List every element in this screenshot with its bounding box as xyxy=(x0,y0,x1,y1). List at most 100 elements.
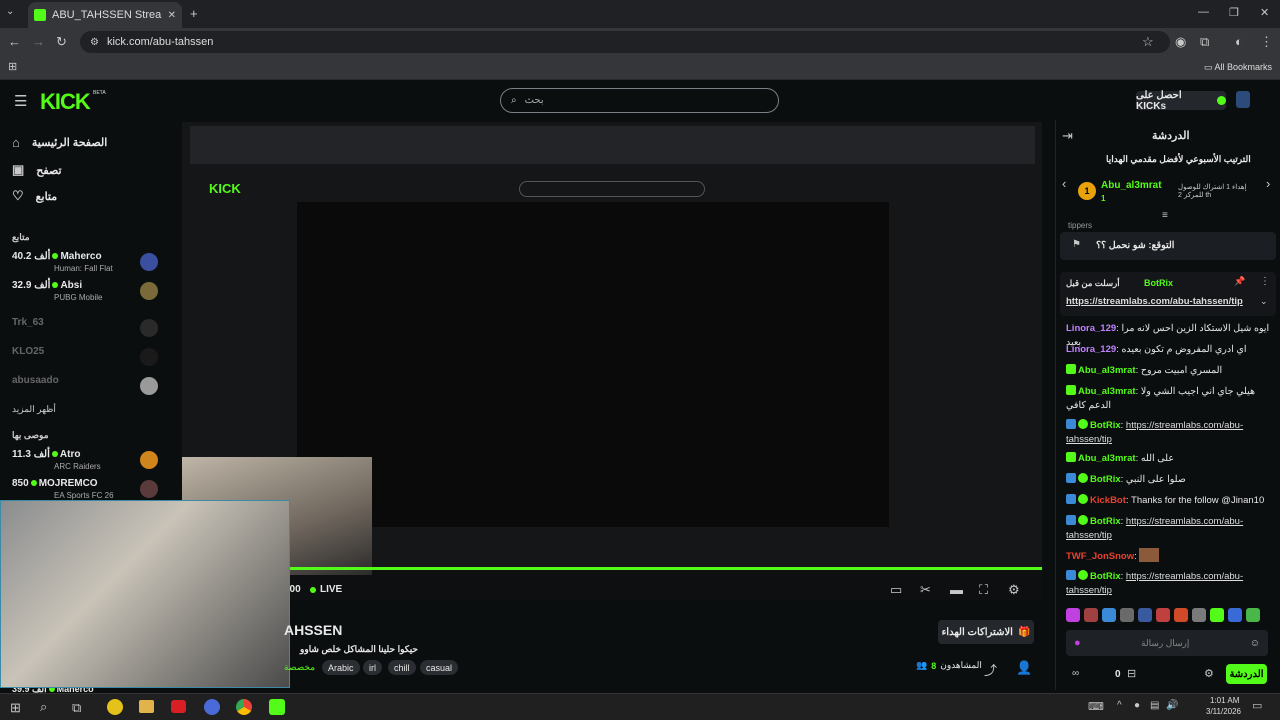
microphone-tray-icon[interactable]: ● xyxy=(1134,700,1140,711)
back-icon[interactable]: ← xyxy=(8,34,21,49)
microphone-icon[interactable]: ● xyxy=(1074,637,1081,649)
extensions-puzzle-icon[interactable]: ⧉ xyxy=(1200,34,1209,50)
gift-box-icon[interactable]: ⊟ xyxy=(1127,667,1136,680)
settings-gear-icon[interactable]: ⚙ xyxy=(1008,582,1020,598)
share-icon[interactable]: ⤴ xyxy=(984,660,997,679)
expand-icon[interactable]: ⌄ xyxy=(1260,296,1268,307)
kick-favicon-icon xyxy=(34,9,46,21)
chat-message: Abu_al3mrat: المسري امبيت مروح xyxy=(1066,364,1270,378)
search-icon[interactable]: ⌕ xyxy=(40,699,47,715)
kick-logo[interactable]: KICK xyxy=(40,89,91,115)
gift-icon: 🎁 xyxy=(1017,626,1031,638)
emote-icon[interactable] xyxy=(1156,608,1170,622)
nav-browse[interactable]: ▣ تصفح xyxy=(12,162,62,178)
close-tab-icon[interactable]: ✕ xyxy=(168,10,176,21)
tag-irl[interactable]: irl xyxy=(363,660,382,675)
keyboard-icon[interactable]: ⌨ xyxy=(1088,700,1104,713)
maximize-icon[interactable]: ❐ xyxy=(1229,6,1239,19)
tag-arabic[interactable]: Arabic xyxy=(322,660,360,675)
youtube-icon[interactable] xyxy=(171,700,186,713)
collapse-chat-icon[interactable]: ⇥ xyxy=(1062,128,1073,144)
filter-icon[interactable]: ≡ xyxy=(1162,210,1168,221)
forward-icon[interactable]: → xyxy=(32,34,45,49)
nav-home[interactable]: ⌂ الصفحة الرئيسية xyxy=(12,135,107,150)
sidebar-channel-trk63[interactable]: Trk_63 xyxy=(12,317,162,345)
fullscreen-icon[interactable]: ⛶ xyxy=(979,582,988,598)
url-field[interactable]: ⚙ kick.com/abu-tahssen xyxy=(80,31,1170,53)
profile-icon[interactable]: ◐ xyxy=(1235,34,1243,49)
pinned-menu-icon[interactable]: ⋮ xyxy=(1260,276,1270,287)
extension-icon[interactable]: ◉ xyxy=(1175,34,1186,50)
nav-following[interactable]: ♡ متابع xyxy=(12,188,57,204)
clock-date[interactable]: 3/11/2026 xyxy=(1206,707,1241,716)
emote-bar xyxy=(1066,608,1268,624)
tray-chevron-icon[interactable]: ^ xyxy=(1117,700,1122,711)
emote-icon[interactable] xyxy=(1246,608,1260,622)
minimize-icon[interactable]: — xyxy=(1198,6,1209,18)
progress-bar[interactable] xyxy=(284,567,1042,570)
bookmark-star-icon[interactable]: ☆ xyxy=(1142,34,1154,50)
task-view-icon[interactable]: ⧉ xyxy=(72,700,81,716)
show-more-link[interactable]: أظهر المزيد xyxy=(12,404,56,415)
volume-icon[interactable]: 🔊 xyxy=(1166,700,1178,711)
rank-badge: 1 xyxy=(1078,182,1096,200)
tag-casual[interactable]: casual xyxy=(420,660,459,675)
follow-user-icon[interactable]: 👤 xyxy=(1016,660,1032,676)
infinity-icon[interactable]: ∞ xyxy=(1072,668,1079,679)
chat-input[interactable]: ● إرسال رسالة ☺ xyxy=(1066,630,1268,656)
sidebar-channel-maherco[interactable]: 40.2 ألف Maherco Human: Fall Flat xyxy=(12,251,162,279)
clip-icon[interactable]: ✂ xyxy=(920,582,931,598)
stream-category[interactable]: مخصصة xyxy=(284,662,315,673)
avatar xyxy=(140,282,158,300)
emote-icon[interactable] xyxy=(1228,608,1242,622)
prediction-card[interactable]: ⚑ التوقع: شو نحمل ؟؟ xyxy=(1060,232,1276,260)
kick-app-icon[interactable] xyxy=(269,699,285,715)
pinned-link[interactable]: https://streamlabs.com/abu-tahssen/tip xyxy=(1066,296,1243,307)
leaderboard-prev-icon[interactable]: ‹ xyxy=(1062,176,1066,191)
windows-start-icon[interactable]: ⊞ xyxy=(10,700,21,716)
emote-icon[interactable] xyxy=(1138,608,1152,622)
clock-time[interactable]: 1:01 AM xyxy=(1210,696,1239,705)
emote-icon[interactable] xyxy=(1084,608,1098,622)
search-input[interactable]: ⌕ بحث xyxy=(500,88,779,113)
sidebar-channel-klo25[interactable]: KLO25 xyxy=(12,346,162,374)
file-explorer-icon[interactable] xyxy=(139,700,154,713)
reload-icon[interactable]: ↻ xyxy=(56,34,67,50)
site-info-icon[interactable]: ⚙ xyxy=(90,37,99,48)
leaderboard-next-icon[interactable]: › xyxy=(1266,176,1270,191)
apps-grid-icon[interactable]: ⊞ xyxy=(8,60,17,73)
tab-menu-icon[interactable]: ⌄ xyxy=(6,6,14,17)
get-kicks-button[interactable]: احصل على KICKs xyxy=(1136,90,1226,112)
network-icon[interactable]: ▤ xyxy=(1150,700,1159,711)
sidebar-channel-absi[interactable]: 32.9 ألف Absi PUBG Mobile xyxy=(12,280,162,308)
send-chat-button[interactable]: الدردشة xyxy=(1226,664,1267,684)
tag-chill[interactable]: chill xyxy=(388,660,416,675)
emote-icon[interactable] xyxy=(1210,608,1224,622)
emote-icon[interactable] xyxy=(1174,608,1188,622)
new-tab-icon[interactable]: + xyxy=(190,6,198,21)
emoji-icon[interactable]: ☺ xyxy=(1250,638,1260,649)
pinned-message[interactable]: أرسلت من قبل BotRix 📌 ⋮ https://streamla… xyxy=(1060,272,1276,316)
sidebar-channel-abusaado[interactable]: abusaado xyxy=(12,375,162,403)
browser-tab[interactable]: ABU_TAHSSEN Stream - Watch ✕ xyxy=(28,2,182,28)
user-avatar[interactable] xyxy=(1236,91,1250,108)
emote-icon[interactable] xyxy=(1192,608,1206,622)
app-icon[interactable] xyxy=(204,699,220,715)
chat-settings-icon[interactable]: ⚙ xyxy=(1204,667,1214,680)
all-bookmarks[interactable]: ▭ All Bookmarks xyxy=(1204,62,1272,73)
emote-icon[interactable] xyxy=(1066,608,1080,622)
notifications-icon[interactable]: ▭ xyxy=(1252,699,1262,712)
gift-subs-button[interactable]: الاشتراكات الهداء 🎁 xyxy=(938,620,1034,644)
browser-tabbar: ⌄ ABU_TAHSSEN Stream - Watch ✕ + — ❐ ✕ xyxy=(0,0,1280,28)
theater-mode-icon[interactable]: ▬ xyxy=(950,582,963,597)
close-window-icon[interactable]: ✕ xyxy=(1260,6,1269,19)
emote-icon[interactable] xyxy=(1120,608,1134,622)
app-icon[interactable] xyxy=(107,699,123,715)
chrome-icon[interactable] xyxy=(236,699,252,715)
miniplayer-icon[interactable]: ▭ xyxy=(890,582,902,598)
sidebar-channel-atro[interactable]: 11.3 ألف Atro ARC Raiders xyxy=(12,449,162,477)
emote-icon[interactable] xyxy=(1102,608,1116,622)
browser-menu-icon[interactable]: ⋮ xyxy=(1260,34,1273,50)
hamburger-menu-icon[interactable]: ☰ xyxy=(14,92,27,110)
pin-icon[interactable]: 📌 xyxy=(1234,276,1245,287)
